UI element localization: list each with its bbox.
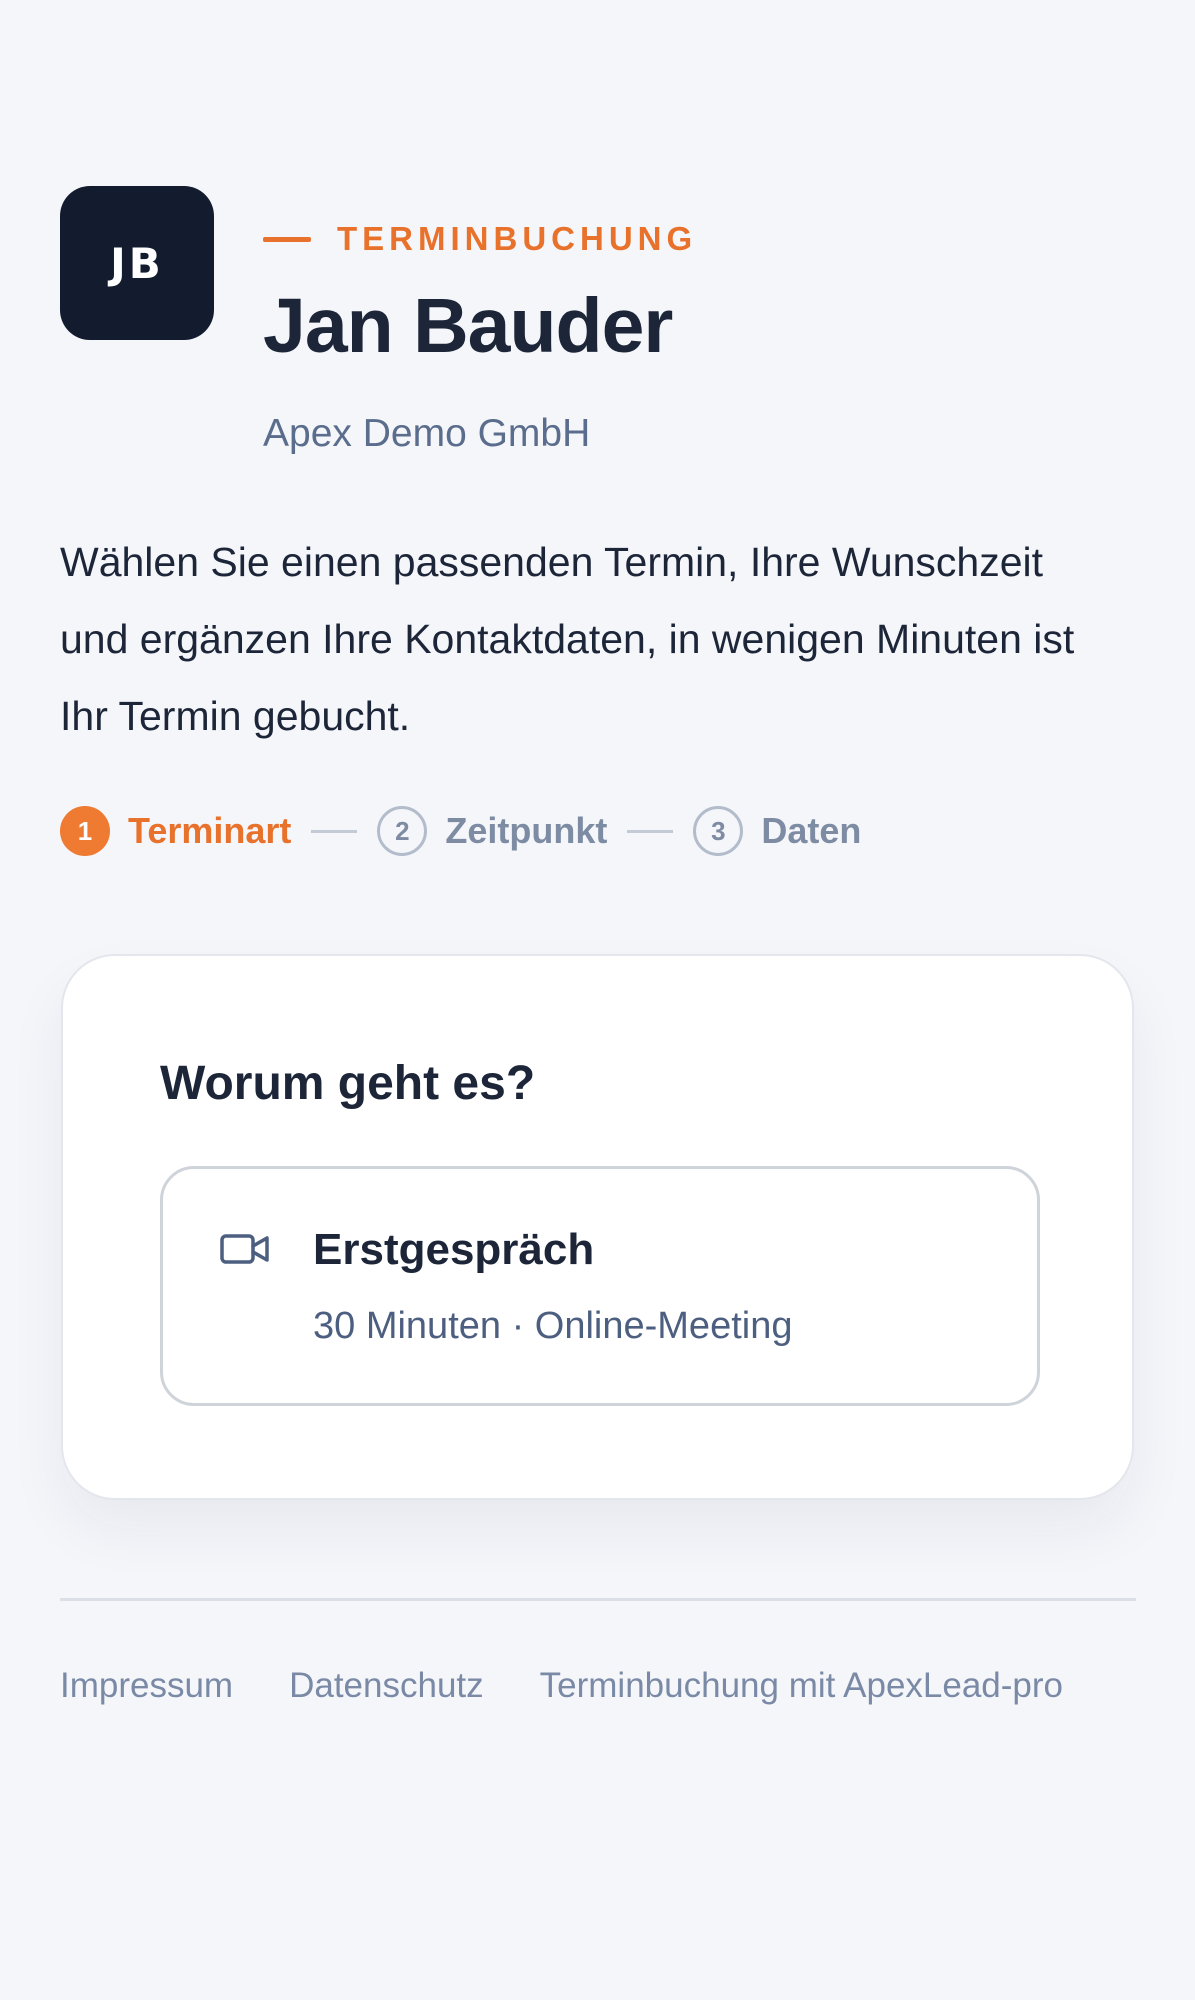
footer-link-impressum[interactable]: Impressum [60, 1666, 233, 1706]
footer: Impressum Datenschutz Terminbuchung mit … [60, 1666, 1063, 1706]
intro-text: Wählen Sie einen passenden Termin, Ihre … [60, 539, 1075, 739]
step-label: Zeitpunkt [445, 810, 608, 851]
step-indicator: 1 Terminart 2 Zeitpunkt 3 Daten [60, 806, 861, 856]
appointment-option-erstgespraech[interactable]: Erstgespräch 30 Minuten · Online-Meeting [160, 1166, 1040, 1406]
footer-link-powered-by[interactable]: Terminbuchung mit ApexLead-pro [540, 1666, 1063, 1706]
appointment-type-card: Worum geht es? Erstgespräch 30 Minuten ·… [61, 954, 1134, 1500]
avatar: JB [60, 186, 214, 340]
option-meta: 30 Minuten · Online-Meeting [313, 1305, 793, 1347]
step-terminart: 1 Terminart [60, 806, 291, 856]
eyebrow-dash [263, 236, 311, 242]
footer-divider [60, 1598, 1136, 1601]
eyebrow-label: TERMINBUCHUNG [337, 220, 698, 257]
step-number: 3 [693, 806, 744, 856]
card-title: Worum geht es? [160, 1057, 536, 1110]
step-label: Daten [761, 810, 862, 851]
step-number: 2 [377, 806, 428, 856]
profile-name: Jan Bauder [263, 283, 673, 369]
footer-link-datenschutz[interactable]: Datenschutz [289, 1666, 484, 1706]
option-title: Erstgespräch [313, 1225, 595, 1274]
step-zeitpunkt: 2 Zeitpunkt [377, 806, 607, 856]
step-label: Terminart [128, 810, 292, 851]
step-daten: 3 Daten [693, 806, 861, 856]
step-number: 1 [60, 806, 110, 856]
video-camera-icon [220, 1234, 269, 1264]
step-separator [627, 829, 674, 833]
profile-company: Apex Demo GmbH [263, 412, 591, 455]
eyebrow: TERMINBUCHUNG [263, 220, 697, 258]
step-separator [311, 829, 358, 833]
